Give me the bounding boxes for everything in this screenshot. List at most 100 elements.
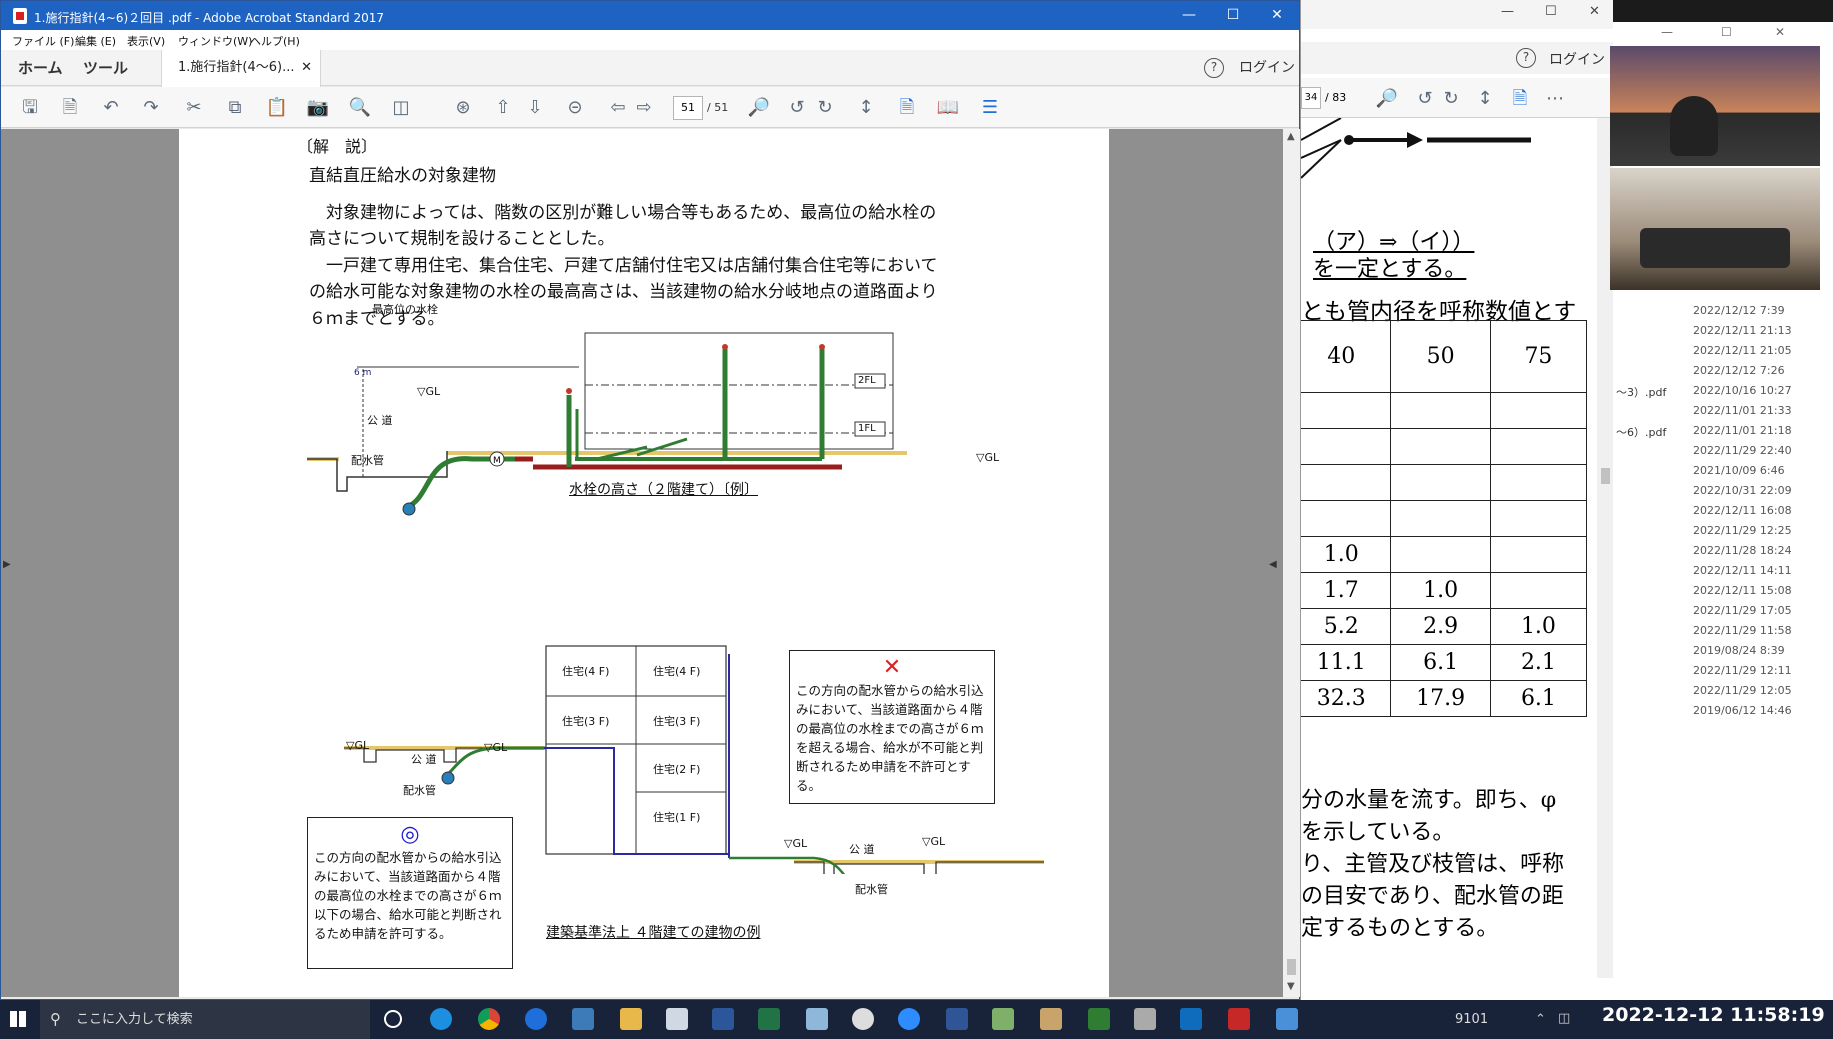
select-icon[interactable]: ⊛: [451, 96, 475, 120]
search-icon[interactable]: 🔍: [348, 96, 372, 120]
file-date: 2022/12/11 14:11: [1693, 564, 1792, 577]
mail-icon[interactable]: [572, 1008, 594, 1030]
snapshot-icon[interactable]: 📷: [306, 96, 330, 120]
fig2-unit-2f: 住宅(2 F): [653, 763, 701, 776]
help-icon[interactable]: ?: [1204, 58, 1224, 78]
acrobat-taskbar-icon[interactable]: [1228, 1008, 1250, 1030]
photo-icon[interactable]: [1276, 1008, 1298, 1030]
scroll-down-icon[interactable]: ▼: [1287, 981, 1295, 992]
secondary-maximize-button[interactable]: ☐: [1545, 4, 1557, 19]
next-page-icon[interactable]: ⇩: [523, 96, 547, 120]
menu-window[interactable]: ウィンドウ(W): [178, 33, 252, 49]
copy-icon[interactable]: ⧉: [223, 96, 247, 120]
back-icon[interactable]: ⇦: [606, 96, 630, 120]
rotate-left-icon[interactable]: ↺: [785, 96, 809, 120]
tray-up-icon[interactable]: ⌃: [1535, 1012, 1546, 1027]
section-bracket-heading: 〔解 説〕: [297, 137, 378, 156]
scroll-mode-icon[interactable]: ☰: [978, 96, 1002, 120]
secondary-scroll-thumb[interactable]: [1601, 468, 1610, 484]
minimize-button[interactable]: —: [1167, 1, 1211, 30]
stock-ticker[interactable]: 9101: [1455, 1012, 1488, 1027]
explorer-maximize-button[interactable]: ☐: [1721, 25, 1732, 39]
file-date: 2022/11/29 12:25: [1693, 524, 1792, 537]
dreamweaver-icon[interactable]: [946, 1008, 968, 1030]
menu-help[interactable]: ヘルプ(H): [250, 33, 300, 49]
zoom-icon[interactable]: [898, 1008, 920, 1030]
tool-icon[interactable]: [1134, 1008, 1156, 1030]
vertical-scrollbar[interactable]: ▲ ▼: [1283, 129, 1300, 997]
secondary-zoom-icon[interactable]: 🔎: [1375, 87, 1399, 111]
paste-icon[interactable]: 📋: [265, 96, 289, 120]
forward-icon[interactable]: ⇨: [632, 96, 656, 120]
fit-page-icon[interactable]: ↕: [854, 96, 878, 120]
create-pdf-icon[interactable]: 🗎: [58, 96, 82, 120]
menu-edit[interactable]: 編集 (E): [75, 33, 116, 49]
menu-view[interactable]: 表示(V): [127, 33, 165, 49]
secondary-login-link[interactable]: ログイン: [1549, 49, 1605, 69]
left-panel-toggle-icon[interactable]: ▶: [3, 559, 11, 570]
secondary-toolbar: 34 / 83 🔎 ↺ ↻ ↕ 🗎 ⋯: [1301, 78, 1614, 118]
page-number-input[interactable]: 51: [673, 96, 703, 120]
close-tab-icon[interactable]: ✕: [301, 50, 312, 86]
folder-icon[interactable]: [620, 1008, 642, 1030]
cut-icon[interactable]: ✂: [182, 96, 206, 120]
character-app-icon[interactable]: [852, 1008, 874, 1030]
single-page-icon[interactable]: 🗎: [895, 96, 919, 120]
explorer-close-button[interactable]: ✕: [1775, 25, 1785, 39]
notes-icon[interactable]: [992, 1008, 1014, 1030]
file-name[interactable]: ～3）.pdf: [1616, 384, 1666, 400]
secondary-minimize-button[interactable]: —: [1501, 4, 1514, 19]
tab-home[interactable]: ホーム: [18, 50, 63, 86]
word-icon[interactable]: [712, 1008, 734, 1030]
media-icon[interactable]: [1088, 1008, 1110, 1030]
cortana-icon[interactable]: [384, 1010, 402, 1028]
taskbar-search-box[interactable]: ⚲ ここに入力して検索: [40, 1000, 370, 1039]
compare-icon[interactable]: ◫: [389, 96, 413, 120]
secondary-more-icon[interactable]: ⋯: [1543, 87, 1567, 111]
archive-icon[interactable]: [1040, 1008, 1062, 1030]
video-tile-speaker[interactable]: [1610, 46, 1820, 166]
secondary-title-bar[interactable]: — ☐ ✕: [1301, 0, 1614, 29]
secondary-rotate-right-icon[interactable]: ↻: [1439, 87, 1463, 111]
right-panel-toggle-icon[interactable]: ◀: [1269, 559, 1277, 570]
redo-icon[interactable]: ↷: [139, 96, 163, 120]
chrome-icon[interactable]: [478, 1008, 500, 1030]
rotate-right-icon[interactable]: ↻: [813, 96, 837, 120]
secondary-close-button[interactable]: ✕: [1589, 4, 1600, 19]
table-cell: 6.1: [1390, 644, 1491, 681]
login-link[interactable]: ログイン: [1239, 50, 1295, 86]
undo-icon[interactable]: ↶: [99, 96, 123, 120]
clock[interactable]: 2022-12-12 11:58:19: [1602, 1004, 1825, 1026]
maximize-button[interactable]: ☐: [1211, 1, 1255, 30]
title-bar[interactable]: 1.施行指針(4~6)２回目 .pdf - Adobe Acrobat Stan…: [1, 1, 1299, 30]
save-icon[interactable]: 🖫: [18, 96, 42, 120]
video-tile-room[interactable]: [1610, 168, 1820, 290]
scroll-up-icon[interactable]: ▲: [1287, 131, 1295, 142]
windows-start-icon[interactable]: [10, 1011, 26, 1027]
secondary-help-icon[interactable]: ?: [1516, 48, 1536, 68]
outlook-icon[interactable]: [1180, 1008, 1202, 1030]
edge-icon[interactable]: [430, 1008, 452, 1030]
zoom-icon[interactable]: 🔎: [747, 96, 771, 120]
tab-document[interactable]: 1.施行指針(4～6)... ✕: [161, 50, 321, 87]
file-name[interactable]: ～6）.pdf: [1616, 424, 1666, 440]
ie-icon[interactable]: [525, 1008, 547, 1030]
section-heading: 直結直圧給水の対象建物: [309, 166, 496, 186]
secondary-page-input[interactable]: 34: [1301, 87, 1321, 109]
close-button[interactable]: ✕: [1255, 1, 1299, 30]
notepad-icon[interactable]: [666, 1008, 688, 1030]
app-icon[interactable]: [806, 1008, 828, 1030]
explorer-minimize-button[interactable]: —: [1661, 25, 1673, 39]
network-icon[interactable]: ◫: [1558, 1011, 1570, 1026]
secondary-fit-page-icon[interactable]: ↕: [1473, 87, 1497, 111]
scroll-thumb[interactable]: [1287, 959, 1296, 975]
two-page-icon[interactable]: 📖: [936, 96, 960, 120]
zoom-out-icon[interactable]: ⊝: [563, 96, 587, 120]
excel-icon[interactable]: [758, 1008, 780, 1030]
tab-tools[interactable]: ツール: [83, 50, 128, 86]
previous-page-icon[interactable]: ⇧: [491, 96, 515, 120]
secondary-single-page-icon[interactable]: 🗎: [1508, 87, 1532, 111]
menu-file[interactable]: ファイル (F): [12, 33, 74, 49]
secondary-rotate-left-icon[interactable]: ↺: [1413, 87, 1437, 111]
fig2-right-gl2: ▽GL: [922, 835, 946, 848]
